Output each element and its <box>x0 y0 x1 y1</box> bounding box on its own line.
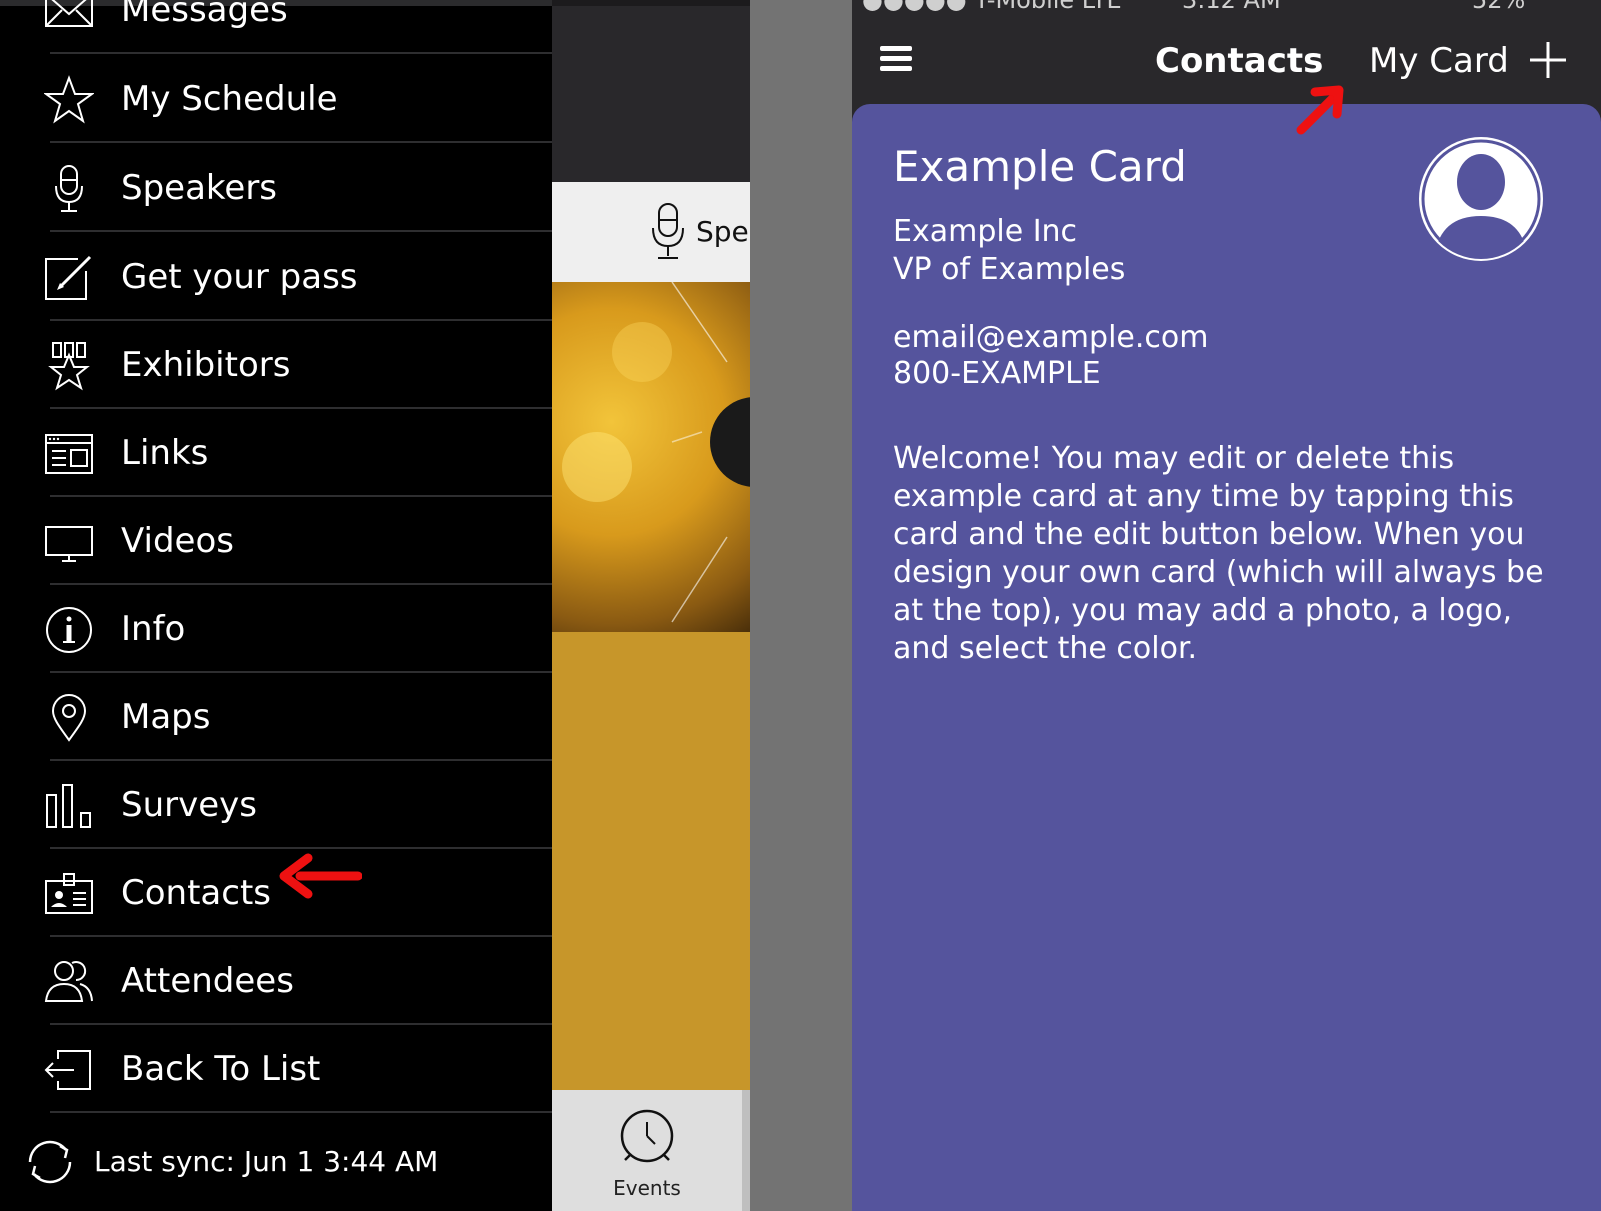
menu-item-get-your-pass[interactable]: Get your pass <box>0 233 552 321</box>
menu-separator <box>50 141 552 143</box>
annotation-arrow-left <box>279 853 362 899</box>
menu-item-attendees[interactable]: Attendees <box>0 937 552 1025</box>
microphone-icon <box>648 202 688 262</box>
menu-item-label: Videos <box>121 521 234 561</box>
menu-item-label: My Schedule <box>121 79 338 119</box>
menu-item-label: Get your pass <box>121 257 358 297</box>
speakers-tab-label: Spea <box>696 215 750 248</box>
bottom-tab-bar: Events <box>552 1090 750 1211</box>
card-welcome-text: Welcome! You may edit or delete this exa… <box>893 441 1544 666</box>
star-icon <box>44 75 94 125</box>
monitor-icon <box>44 517 94 567</box>
edit-icon <box>44 253 94 303</box>
exit-icon <box>44 1045 94 1095</box>
my-card-button[interactable]: My Card <box>1369 14 1509 108</box>
menu-item-info[interactable]: Info <box>0 585 552 673</box>
card-company: Example Inc <box>893 214 1078 249</box>
bar-chart-icon <box>44 781 94 831</box>
speakers-tab[interactable]: Spea <box>552 182 750 282</box>
card-phone: 800-EXAMPLE <box>893 356 1101 391</box>
menu-item-label: Back To List <box>121 1049 321 1089</box>
menu-item-label: Speakers <box>121 168 278 208</box>
menu-item-contacts[interactable]: Contacts <box>0 849 552 937</box>
browser-window-icon <box>44 429 94 479</box>
menu-item-links[interactable]: Links <box>0 409 552 497</box>
sync-icon[interactable] <box>20 1132 80 1192</box>
ribbon-star-icon <box>44 341 94 391</box>
menu-item-label: Messages <box>121 0 288 30</box>
menu-item-label: Surveys <box>121 785 257 825</box>
menu-item-label: Maps <box>121 697 211 737</box>
clock-text: 3:12 AM <box>1182 0 1281 14</box>
menu-item-exhibitors[interactable]: Exhibitors <box>0 321 552 409</box>
battery-text: 52% <box>1472 0 1526 14</box>
menu-separator <box>50 1111 552 1113</box>
hero-image <box>552 282 750 632</box>
avatar-placeholder-icon <box>1416 134 1546 264</box>
mid-header <box>552 0 750 182</box>
carrier-text: ●●●●● T-Mobile LTE <box>862 0 1122 14</box>
card-name: Example Card <box>893 142 1187 191</box>
menu-separator <box>50 52 552 54</box>
envelope-icon <box>44 0 94 36</box>
menu-item-videos[interactable]: Videos <box>0 497 552 585</box>
menu-item-label: Links <box>121 433 209 473</box>
menu-item-messages[interactable]: Messages <box>0 0 552 54</box>
microphone-icon <box>44 164 94 214</box>
menu-item-label: Exhibitors <box>121 345 291 385</box>
card-job-title: VP of Examples <box>893 252 1126 287</box>
menu-item-maps[interactable]: Maps <box>0 673 552 761</box>
contact-card[interactable]: Example Card Example Inc VP of Examples … <box>852 104 1601 1211</box>
side-menu: Messages My Schedule Speakers Get your p… <box>0 0 552 1211</box>
annotation-arrow-up-right <box>1296 85 1344 135</box>
menu-item-my-schedule[interactable]: My Schedule <box>0 55 552 143</box>
menu-item-surveys[interactable]: Surveys <box>0 761 552 849</box>
contacts-screen: ●●●●● T-Mobile LTE 3:12 AM 52% Contacts … <box>852 0 1601 1211</box>
background-app-panel: Spea Events <box>552 0 750 1211</box>
hamburger-menu-icon[interactable] <box>880 46 912 72</box>
last-sync-text: Last sync: Jun 1 3:44 AM <box>94 1145 439 1178</box>
nav-bar: Contacts My Card <box>852 14 1601 104</box>
info-icon <box>44 605 94 655</box>
id-badge-icon <box>44 869 94 919</box>
add-contact-icon[interactable] <box>1528 40 1568 80</box>
menu-item-label: Info <box>121 609 186 649</box>
status-bar: ●●●●● T-Mobile LTE 3:12 AM 52% <box>852 0 1601 14</box>
menu-item-label: Attendees <box>121 961 294 1001</box>
menu-item-back-to-list[interactable]: Back To List <box>0 1025 552 1113</box>
card-email: email@example.com <box>893 320 1209 355</box>
events-tab-label[interactable]: Events <box>552 1176 742 1200</box>
people-icon <box>44 957 94 1007</box>
menu-item-speakers[interactable]: Speakers <box>0 144 552 232</box>
clock-icon[interactable] <box>617 1108 677 1168</box>
menu-separator <box>50 230 552 232</box>
menu-item-label: Contacts <box>121 873 271 913</box>
map-pin-icon <box>44 693 94 743</box>
sync-status[interactable]: Last sync: Jun 1 3:44 AM <box>0 1122 552 1202</box>
